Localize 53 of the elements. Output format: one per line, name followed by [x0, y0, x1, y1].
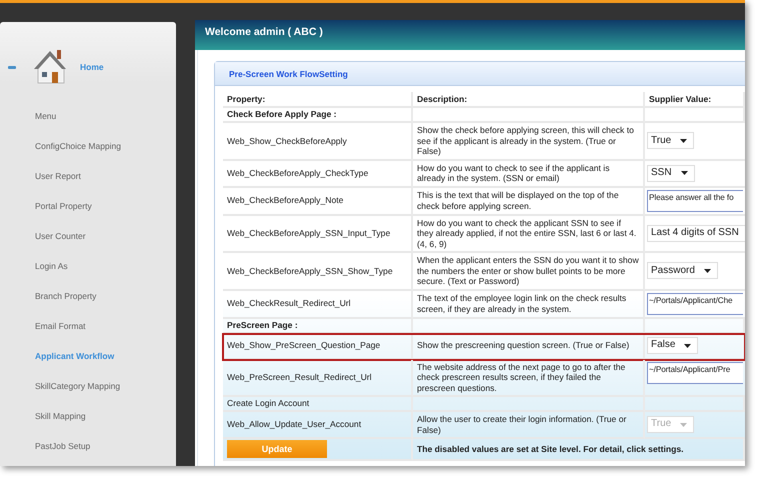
sidebar-item[interactable]: Login As	[0, 251, 176, 281]
sidebar-item[interactable]: Branch Property	[0, 281, 176, 311]
value-field[interactable]: ~/Portals/Applicant/Pre	[647, 362, 743, 384]
property-cell: Web_CheckBeforeApply_CheckType	[223, 160, 413, 188]
collapse-icon[interactable]	[8, 66, 16, 68]
description-cell: Show the prescreening question screen. (True or False)	[413, 334, 645, 360]
column-header: Supplier Value:	[645, 92, 745, 108]
home-link[interactable]: Home	[80, 62, 104, 72]
sidebar-item[interactable]: Skill Mapping	[0, 401, 176, 431]
property-cell: Web_Show_PreScreen_Question_Page	[223, 334, 413, 360]
value-dropdown[interactable]: Last 4 digits of SSN	[647, 224, 745, 242]
value-dropdown[interactable]: SSN	[647, 164, 695, 182]
caret-icon	[680, 422, 688, 426]
property-cell: Web_Show_CheckBeforeApply	[223, 123, 413, 160]
value-field[interactable]: Please answer all the fo	[647, 190, 743, 212]
sidebar-item[interactable]: Applicant Workflow	[0, 341, 176, 371]
description-cell: When the applicant enters the SSN do you want it to show the numbers the enter or show bullet points to be more secure. (Text or Password)	[413, 253, 645, 290]
column-header: Description:	[413, 92, 645, 108]
section-label: PreScreen Page :	[223, 318, 413, 334]
sidebar-item[interactable]: User Report	[0, 161, 176, 191]
welcome-title: Welcome admin ( ABC )	[205, 26, 323, 38]
caret-icon	[680, 138, 688, 143]
footer-note: The disabled values are set at Site level. For detail, click settings.	[413, 439, 745, 461]
property-cell: Web_CheckBeforeApply_SSN_Input_Type	[223, 216, 413, 253]
panel-title: Pre-Screen Work FlowSetting	[229, 68, 348, 78]
description-cell: The website address of the next page to go to after the check prescreen results screen, if they failed the prescreen questions.	[413, 360, 645, 397]
caret-icon	[684, 344, 692, 348]
value-dropdown[interactable]: Password	[647, 262, 718, 280]
description-cell: The text of the employee login link on the check results screen, if they are already in the system.	[413, 290, 645, 318]
description-cell: Show the check before applying screen, this will check to see if the applicant is already in the system. (True or False)	[413, 123, 645, 160]
description-cell: How do you want to check to see if the applicant is already in the system. (SSN or email)	[413, 160, 645, 188]
value-dropdown[interactable]: True	[647, 132, 694, 150]
column-header: Property:	[223, 92, 413, 108]
section-label: Check Before Apply Page :	[223, 108, 413, 123]
property-cell: Web_CheckBeforeApply_Note	[223, 188, 413, 216]
caret-icon	[704, 268, 711, 273]
caret-icon	[680, 171, 688, 175]
description-cell: Allow the user to create their login information. (True or False)	[413, 412, 645, 439]
value-field[interactable]: ~/Portals/Applicant/Che	[647, 292, 743, 314]
sidebar-item[interactable]: User Counter	[0, 221, 176, 251]
sidebar-item[interactable]: ConfigChoice Mapping	[0, 131, 176, 161]
property-cell: Web_PreScreen_Result_Redirect_Url	[223, 360, 413, 397]
sidebar-item[interactable]: Portal Property	[0, 191, 176, 221]
property-cell: Web_CheckBeforeApply_SSN_Show_Type	[223, 253, 413, 290]
value-dropdown[interactable]: False	[647, 337, 698, 354]
property-cell: Web_CheckResult_Redirect_Url	[223, 290, 413, 318]
description-cell: This is the text that will be displayed on the top of the check before applying screen.	[413, 188, 645, 216]
description-cell: How do you want to check the applicant SSN to see if they already applied, if not the entire SSN, last 6 or last 4. (4, 6, 9)	[413, 216, 645, 253]
sidebar-item[interactable]: Email Format	[0, 311, 176, 341]
sidebar-item[interactable]: Menu	[0, 101, 176, 131]
sidebar-item[interactable]: SkillCategory Mapping	[0, 371, 176, 401]
sidebar-item[interactable]: PastJob Setup	[0, 431, 176, 461]
section-label: Create Login Account	[223, 397, 413, 412]
